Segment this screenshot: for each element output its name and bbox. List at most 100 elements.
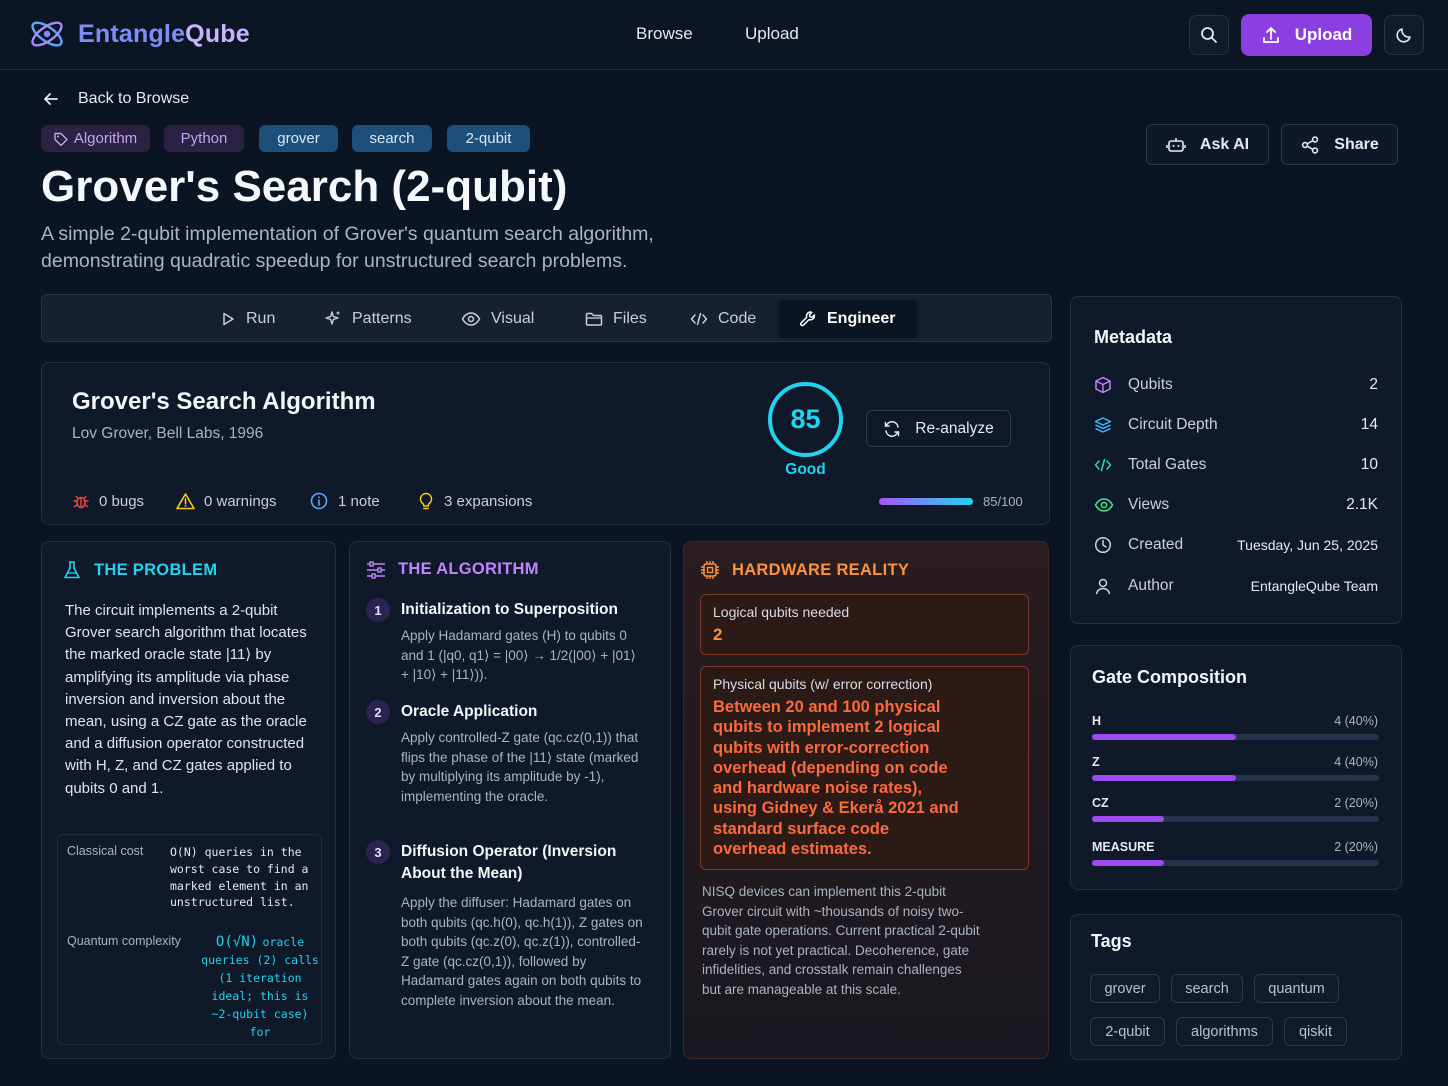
tab-engineer[interactable]: Engineer	[779, 300, 917, 338]
tag-algorithm[interactable]: Algorithm	[41, 125, 150, 152]
wrench-icon	[799, 310, 817, 328]
tag-chip[interactable]: quantum	[1254, 974, 1339, 1003]
metadata-row-qubits: Qubits 2	[1094, 373, 1378, 397]
gate-bar-track	[1092, 734, 1379, 740]
tab-patterns[interactable]: Patterns	[324, 300, 412, 338]
brand-logo[interactable]: EntangleQube	[28, 17, 250, 51]
metadata-value: 2	[1369, 376, 1378, 393]
tag-grover[interactable]: grover	[259, 125, 338, 152]
problem-text: The circuit implements a 2-qubit Grover …	[65, 602, 307, 797]
algorithm-heading: THE ALGORITHM	[366, 560, 539, 579]
user-icon	[1094, 577, 1114, 595]
share-icon	[1300, 135, 1320, 155]
expansions-label: 3 expansions	[444, 493, 533, 510]
tag-chip[interactable]: 2-qubit	[1090, 1017, 1165, 1046]
hardware-note: NISQ devices can implement this 2-qubit …	[702, 884, 980, 997]
gate-value: 4 (40%)	[1334, 714, 1378, 728]
back-link-label: Back to Browse	[78, 90, 190, 107]
step-title: Diffusion Operator (Inversion About the …	[401, 843, 617, 882]
classical-cost-label: Classical cost	[67, 844, 144, 858]
upload-button-label: Upload	[1294, 25, 1353, 44]
theme-toggle-button[interactable]	[1384, 15, 1424, 55]
ask-ai-label: Ask AI	[1199, 135, 1250, 153]
metadata-row-views: Views 2.1K	[1094, 493, 1378, 517]
search-button[interactable]	[1189, 15, 1229, 55]
page-subtitle: A simple 2-qubit implementation of Grove…	[41, 223, 654, 272]
tag-label: 2-qubit	[465, 130, 512, 147]
warnings-count: 0 warnings	[176, 492, 277, 510]
nav-upload[interactable]: Upload	[745, 24, 799, 44]
bug-icon	[72, 492, 90, 510]
info-icon	[310, 492, 328, 510]
tag-label: grover	[277, 130, 320, 147]
gate-label: CZ	[1092, 796, 1109, 810]
bugs-label: 0 bugs	[99, 492, 145, 510]
tag-search[interactable]: search	[352, 125, 432, 152]
hardware-heading-label: HARDWARE REALITY	[732, 560, 910, 579]
flask-icon	[62, 560, 82, 580]
quantum-complexity-label: Quantum complexity	[67, 934, 181, 948]
score-label: Good	[785, 461, 826, 478]
eye-icon	[461, 311, 481, 327]
tab-visual[interactable]: Visual	[461, 300, 534, 338]
score-value: 85	[790, 404, 821, 434]
tag-2-qubit[interactable]: 2-qubit	[447, 125, 530, 152]
share-button[interactable]: Share	[1281, 124, 1398, 165]
refresh-icon	[883, 420, 901, 438]
nav-browse[interactable]: Browse	[636, 24, 693, 44]
top-bar: EntangleQube Browse Upload Upload	[0, 0, 1448, 70]
warning-icon	[176, 492, 195, 510]
gate-bar-track	[1092, 860, 1379, 866]
metadata-row-author: Author EntangleQube Team	[1094, 574, 1378, 598]
problem-heading-label: THE PROBLEM	[94, 560, 218, 579]
algorithm-heading-label: THE ALGORITHM	[398, 560, 539, 578]
quantum-complexity-head: O(√N)	[215, 934, 259, 950]
tag-chip[interactable]: grover	[1090, 974, 1160, 1003]
page-title: Grover's Search (2-qubit)	[41, 162, 568, 211]
warnings-label: 0 warnings	[204, 492, 277, 510]
tab-run[interactable]: Run	[220, 300, 275, 338]
metadata-label: Created	[1128, 536, 1184, 553]
notes-count: 1 note	[310, 492, 380, 510]
tab-code[interactable]: Code	[690, 300, 756, 338]
tab-label: Visual	[491, 310, 535, 327]
tab-label: Code	[718, 310, 757, 327]
bugs-count: 0 bugs	[72, 492, 144, 510]
tag-python[interactable]: Python	[164, 125, 244, 152]
hardware-heading: HARDWARE REALITY	[700, 560, 909, 580]
atom-icon	[28, 17, 66, 51]
tab-bar: Run Patterns Visual Files Code Engineer	[41, 294, 1052, 342]
ask-ai-button[interactable]: Ask AI	[1146, 124, 1269, 165]
sliders-icon	[366, 560, 386, 579]
metadata-row-circuit-depth: Circuit Depth 14	[1094, 413, 1378, 437]
step-title: Initialization to Superposition	[401, 601, 618, 618]
tag-chip[interactable]: search	[1171, 974, 1243, 1003]
classical-cost-value: O(N) queries in the worst case to find a…	[170, 845, 309, 910]
search-icon	[1200, 26, 1218, 44]
tag-chip[interactable]: qiskit	[1284, 1017, 1347, 1046]
gate-label: MEASURE	[1092, 840, 1155, 854]
physical-qubits-value: Between 20 and 100 physical qubits to im…	[713, 698, 959, 859]
tag-label: Algorithm	[73, 130, 138, 147]
back-link[interactable]: Back to Browse	[42, 90, 189, 108]
quantum-complexity-value: O(√N) oracle queries (2) calls (1 iterat…	[198, 933, 322, 1041]
tab-label: Patterns	[352, 310, 412, 327]
gate-label: H	[1092, 714, 1102, 728]
step-description: Apply Hadamard gates (H) to qubits 0 and…	[401, 628, 636, 683]
reanalyze-button[interactable]: Re-analyze	[866, 410, 1011, 447]
tag-icon	[54, 132, 68, 146]
analysis-byline: Lov Grover, Bell Labs, 1996	[72, 425, 264, 442]
step-description: Apply controlled-Z gate (qc.cz(0,1)) tha…	[401, 730, 639, 804]
expansions-count: 3 expansions	[418, 492, 532, 511]
tag-chip[interactable]: algorithms	[1176, 1017, 1273, 1046]
tag-label: search	[369, 130, 415, 147]
logical-qubits-label: Logical qubits needed	[713, 604, 850, 620]
sparkle-icon	[324, 310, 342, 328]
tab-files[interactable]: Files	[585, 300, 647, 338]
folder-icon	[585, 311, 603, 327]
gate-composition-heading: Gate Composition	[1092, 667, 1248, 687]
upload-button[interactable]: Upload	[1241, 14, 1372, 56]
eye-icon	[1094, 497, 1114, 513]
gate-value: 4 (40%)	[1334, 755, 1378, 769]
metadata-value: EntangleQube Team	[1250, 578, 1378, 594]
